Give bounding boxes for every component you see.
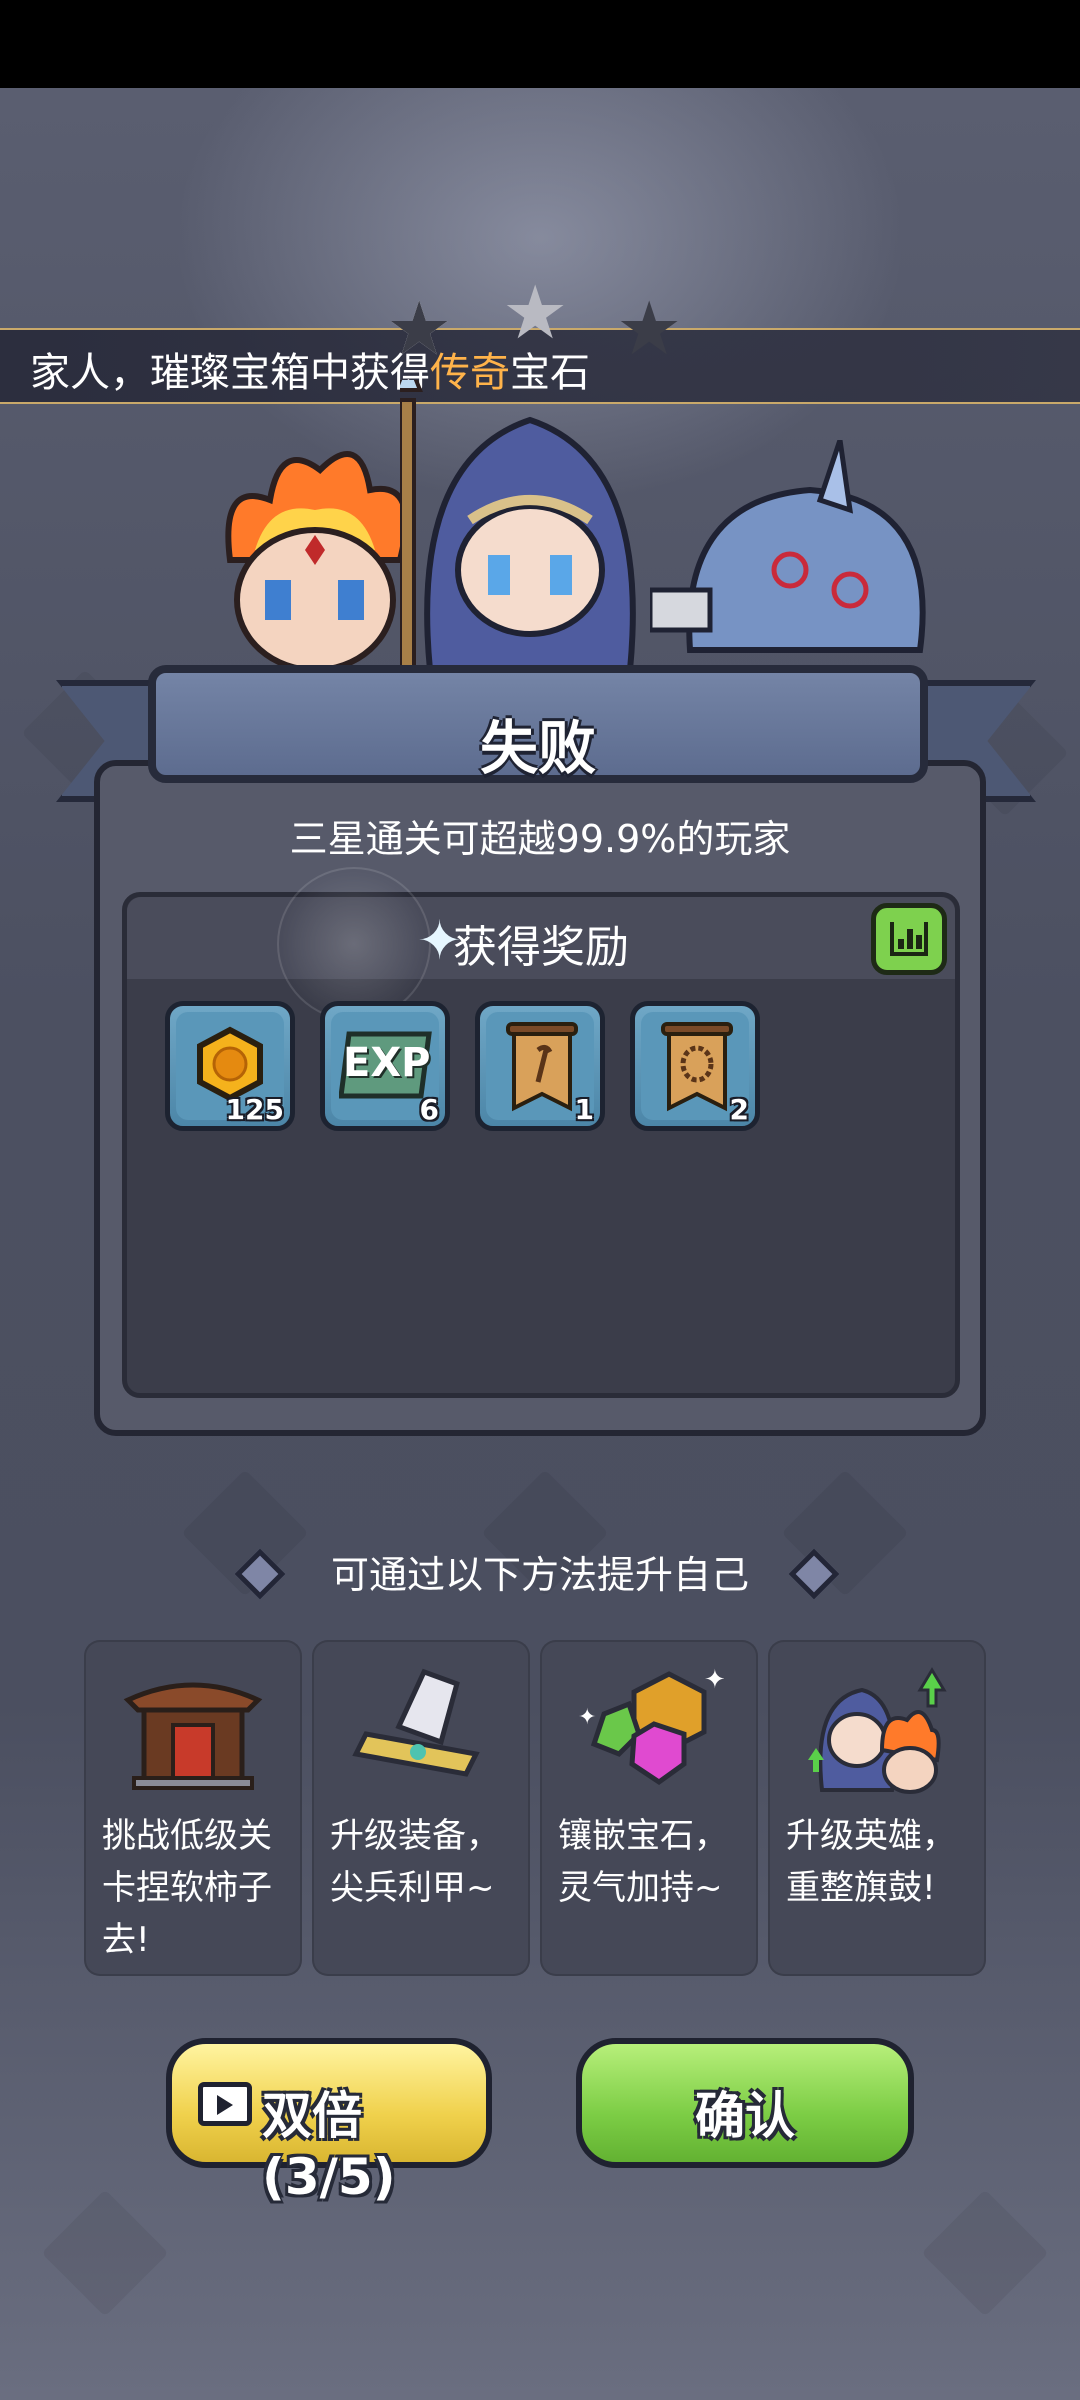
tip-text: 升级装备，尖兵利甲~	[330, 1816, 500, 1908]
result-title: 失败	[479, 714, 596, 782]
tip-text: 镶嵌宝石，灵气加持~	[558, 1816, 728, 1908]
ghost-hero	[647, 439, 950, 664]
tip-text: 升级英雄，重整旗鼓!	[786, 1816, 956, 1908]
reward-item[interactable]: 1	[475, 1001, 605, 1131]
svg-text:✦: ✦	[704, 1665, 724, 1695]
result-ribbon: 失败	[148, 665, 928, 783]
mage-hero-crying	[393, 354, 660, 684]
tip-card-gems[interactable]: ✦ ✦ 镶嵌宝石，灵气加持~	[540, 1640, 758, 1976]
tip-text: 挑战低级关卡捏软柿子去!	[102, 1816, 272, 1960]
heroes-upgrade-icon	[808, 1667, 947, 1794]
item-count: 6	[419, 1093, 439, 1126]
tip-card-challenge-low-level[interactable]: 挑战低级关卡捏软柿子去!	[84, 1640, 302, 1976]
gems-icon: ✦ ✦	[578, 1665, 724, 1786]
pagoda-gate-icon	[123, 1682, 263, 1790]
reward-header: ✦ 获得奖励	[127, 867, 955, 1021]
tv-ad-icon	[198, 2082, 252, 2126]
ticker-prefix: 家人，璀璨宝箱中获得	[30, 350, 430, 396]
double-reward-button[interactable]: 双倍(3/5)	[166, 2038, 492, 2206]
result-subtitle: 三星通关可超越99.9%的玩家	[289, 817, 791, 861]
star-empty-icon: ★	[502, 270, 569, 356]
confirm-label: 确认	[695, 2087, 795, 2145]
reward-item[interactable]: EXP 6	[320, 1001, 450, 1131]
item-count: 1	[574, 1093, 594, 1126]
bar-chart-icon	[890, 922, 928, 956]
item-count: 125	[225, 1093, 284, 1126]
star-empty-icon: ★	[616, 286, 683, 372]
exp-label: EXP	[343, 1040, 431, 1086]
reward-item[interactable]: 2	[630, 1001, 760, 1131]
reward-box: ✦ 获得奖励 125 EXP 6 1 2	[122, 867, 960, 1398]
result-panel: 三星通关可超越99.9%的玩家 ✦ 获得奖励 125 EXP 6 1 2	[94, 760, 986, 1436]
tips-heading: 可通过以下方法提升自己	[330, 1553, 749, 1597]
sword-upgrade-icon	[352, 1668, 480, 1777]
necklace-scroll-icon	[661, 1022, 733, 1112]
reward-item[interactable]: 125	[165, 1001, 295, 1131]
stats-button[interactable]	[871, 903, 947, 975]
staff-scroll-icon	[506, 1022, 578, 1112]
svg-text:✦: ✦	[578, 1705, 596, 1730]
status-bar	[0, 0, 1080, 88]
reward-title: 获得奖励	[453, 922, 629, 973]
item-count: 2	[729, 1093, 749, 1126]
tip-card-upgrade-gear[interactable]: 升级装备，尖兵利甲~	[312, 1640, 530, 1976]
star-empty-icon: ★	[386, 286, 453, 372]
gold-coin-icon	[197, 1026, 263, 1102]
double-label: 双倍(3/5)	[262, 2087, 396, 2206]
fire-hero-crying	[210, 440, 420, 674]
tip-card-upgrade-heroes[interactable]: 升级英雄，重整旗鼓!	[768, 1640, 986, 1976]
confirm-button[interactable]: 确认	[576, 2038, 914, 2168]
